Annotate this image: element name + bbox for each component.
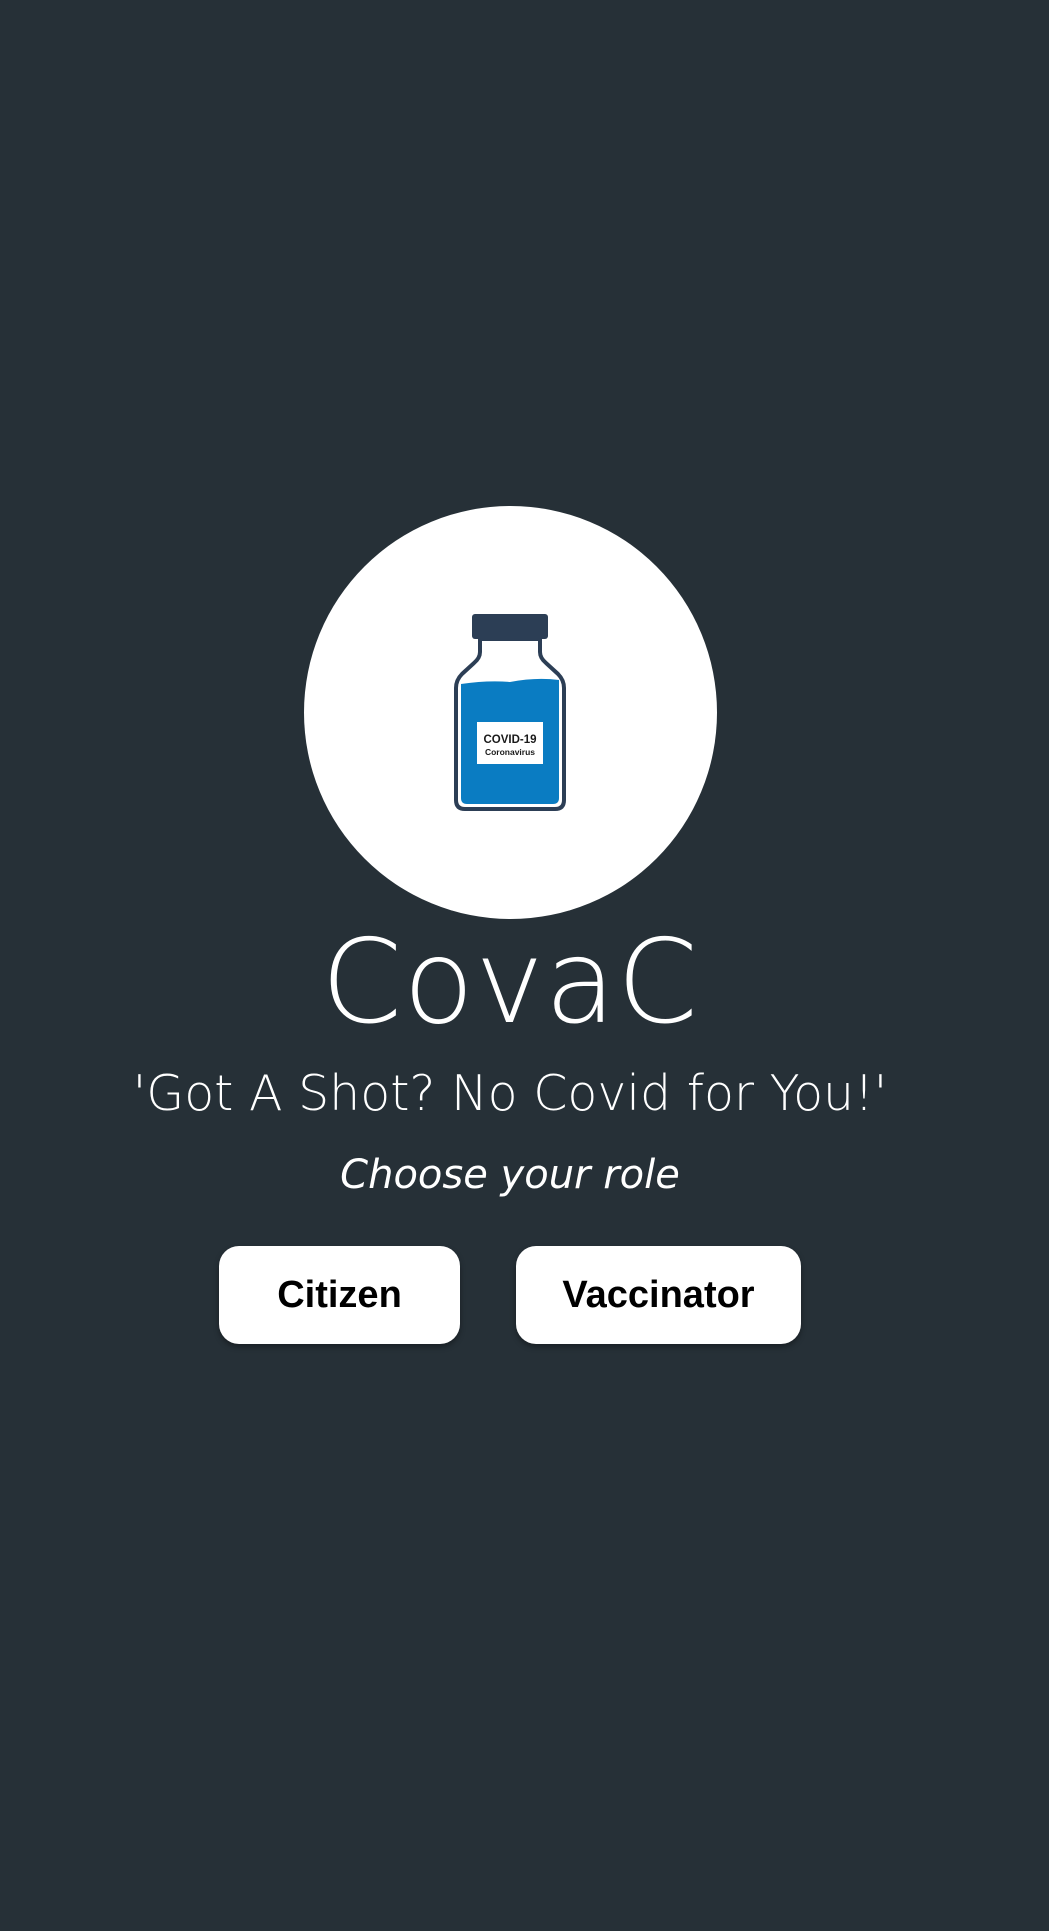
vaccinator-button[interactable]: Vaccinator bbox=[516, 1246, 801, 1344]
vial-cap bbox=[472, 614, 548, 639]
vial-label-line1: COVID-19 bbox=[483, 734, 536, 746]
role-prompt: Choose your role bbox=[340, 1152, 680, 1198]
citizen-button[interactable]: Citizen bbox=[219, 1246, 460, 1344]
vial-label-line2: Coronavirus bbox=[485, 747, 535, 757]
app-tagline: 'Got A Shot? No Covid for You!' bbox=[132, 1065, 888, 1122]
app-logo: COVID-19 Coronavirus bbox=[304, 506, 717, 919]
vaccine-vial-icon: COVID-19 Coronavirus bbox=[454, 614, 566, 811]
app-title: CovaC bbox=[321, 915, 699, 1050]
